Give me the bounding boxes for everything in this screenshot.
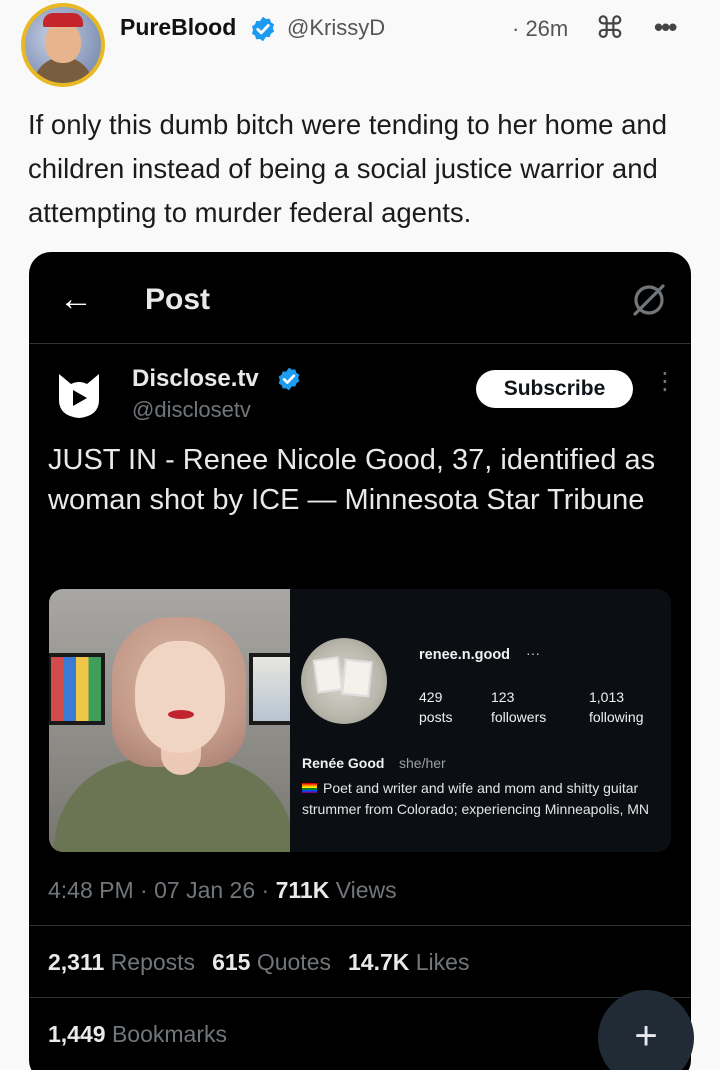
post-time[interactable]: · 26m	[512, 16, 568, 42]
profile-photo	[49, 589, 290, 852]
source-name: Disclose.tv	[132, 365, 259, 392]
post-meta: 4:48 PM · 07 Jan 26 · 711K Views	[48, 877, 397, 903]
engagement-stats: 2,311 Reposts 615 Quotes 14.7K Likes	[48, 949, 470, 975]
more-icon: ⋮	[653, 368, 677, 395]
author-avatar[interactable]	[21, 3, 105, 87]
instagram-username: renee.n.good	[419, 647, 511, 663]
instagram-avatar	[301, 638, 387, 724]
author-display-name[interactable]: PureBlood	[120, 14, 236, 41]
grok-icon	[633, 284, 665, 316]
divider	[29, 925, 691, 926]
bookmarks-stat: 1,449 Bookmarks	[48, 1021, 227, 1047]
instagram-name: Renée Good	[302, 755, 385, 771]
divider	[29, 997, 691, 998]
subscribe-button: Subscribe	[476, 370, 633, 408]
more-icon[interactable]: •••	[654, 14, 677, 40]
command-key-icon[interactable]: ⌘	[595, 14, 625, 44]
pride-flag-icon	[302, 783, 317, 793]
verified-badge-icon	[251, 16, 275, 42]
instagram-more-icon: ···	[526, 645, 540, 661]
disclose-logo-icon	[59, 374, 99, 418]
embedded-post-text: JUST IN - Renee Nicole Good, 37, identif…	[48, 444, 656, 516]
author-handle[interactable]: @KrissyD	[287, 15, 385, 41]
tweet-text: If only this dumb bitch were tending to …	[28, 109, 667, 228]
nav-title: Post	[145, 283, 211, 316]
source-handle: @disclosetv	[132, 397, 251, 422]
instagram-stat-posts: 429 posts	[419, 689, 453, 725]
embedded-screenshot[interactable]: ← Post Disclose.tv @disclosetv Subscribe…	[29, 252, 691, 1070]
divider	[29, 343, 691, 344]
instagram-bio: Poet and writer and wife and mom and shi…	[302, 780, 650, 817]
instagram-pronouns: she/her	[399, 755, 446, 771]
post-media-image: renee.n.good ··· 429 posts 123 followers 1…	[49, 589, 671, 852]
back-arrow-icon: ←	[59, 280, 93, 318]
verified-badge-icon	[278, 367, 300, 391]
instagram-stat-followers: 123 followers	[491, 689, 547, 725]
instagram-stat-following: 1,013 following	[589, 689, 644, 725]
